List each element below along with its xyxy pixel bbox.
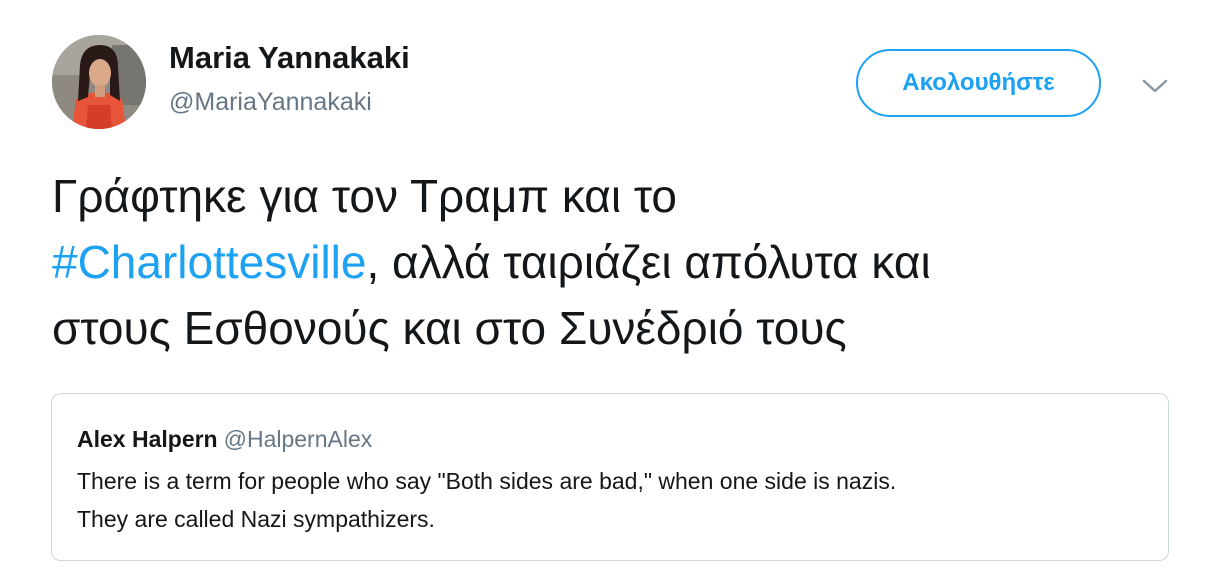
quoted-tweet-card[interactable]: Alex Halpern @HalpernAlex There is a term…	[51, 393, 1169, 561]
tweet-text-line-1: Γράφτηκε για τον Τραμπ και το	[52, 170, 677, 222]
quoted-text-line-2: They are called Nazi sympathizers.	[77, 506, 435, 532]
chevron-down-icon	[1142, 79, 1168, 93]
follow-button[interactable]: Ακολουθήστε	[856, 49, 1101, 117]
tweet-text-line-3: στους Εσθονούς και στο Συνέδριό τους	[52, 302, 847, 354]
tweet-text-line-2: #Charlottesville, αλλά ταιριάζει απόλυτα…	[52, 229, 1182, 295]
quoted-text-line-1: There is a term for people who say "Both…	[77, 468, 897, 494]
tweet-text-line-2-rest: , αλλά ταιριάζει απόλυτα και	[366, 236, 931, 288]
avatar[interactable]	[52, 35, 146, 129]
author-handle[interactable]: @MariaYannakaki	[169, 88, 372, 117]
avatar-photo	[52, 35, 146, 129]
hashtag-link[interactable]: #Charlottesville	[52, 236, 366, 288]
quoted-tweet-text: There is a term for people who say "Both…	[77, 462, 1147, 538]
tweet: Maria Yannakaki @MariaYannakaki Ακολουθή…	[0, 0, 1224, 584]
more-options-button[interactable]	[1140, 74, 1170, 98]
quoted-author-name: Alex Halpern	[77, 426, 218, 452]
quoted-author-handle: @HalpernAlex	[223, 426, 373, 452]
tweet-text: Γράφτηκε για τον Τραμπ και το #Charlotte…	[52, 163, 1182, 361]
quoted-tweet-header: Alex Halpern @HalpernAlex	[77, 426, 372, 453]
author-name[interactable]: Maria Yannakaki	[169, 40, 410, 76]
